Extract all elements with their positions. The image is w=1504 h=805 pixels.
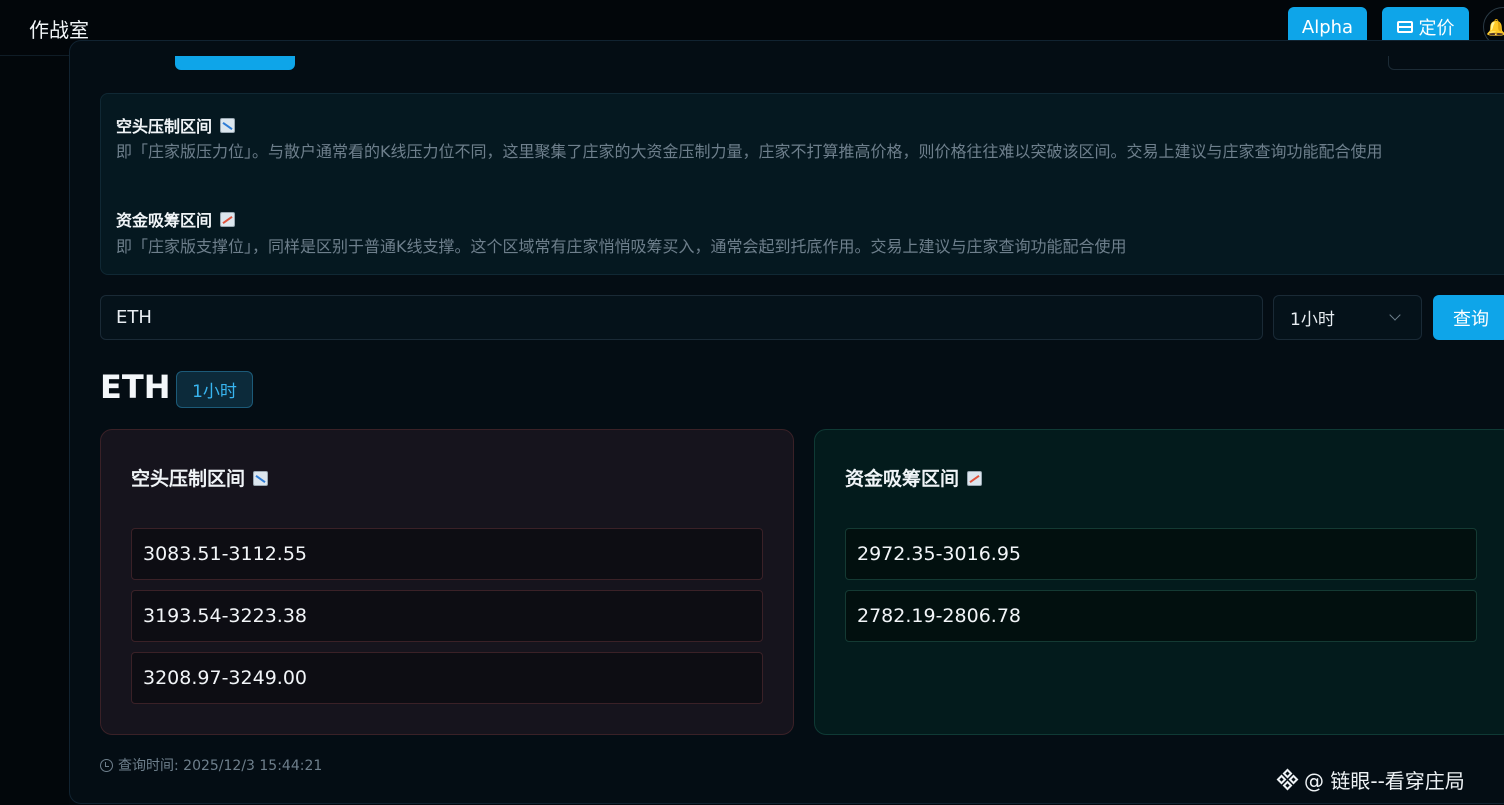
result-interval-badge: 1小时 (176, 371, 253, 408)
long-range-item: 2972.35-3016.95 (845, 528, 1477, 580)
header-right-control[interactable] (1388, 56, 1504, 70)
app-title: 作战室 (29, 18, 89, 42)
long-zone-card: 资金吸筹区间 2972.35-3016.95 2782.19-2806.78 (814, 429, 1504, 735)
long-zone-title: 资金吸筹区间 (845, 468, 960, 490)
info-short-heading: 空头压制区间 (116, 113, 236, 137)
interval-select-value: 1小时 (1290, 310, 1335, 330)
query-time-text: 查询时间: 2025/12/3 15:44:21 (118, 758, 323, 774)
chart-up-icon (967, 471, 983, 486)
info-box: 空头压制区间 即「庄家版压力位」。与散户通常看的K线压力位不同，这里聚集了庄家的… (100, 93, 1504, 275)
clock-icon (100, 758, 113, 772)
credit-card-icon (1396, 21, 1413, 33)
header-badge[interactable] (175, 56, 295, 70)
watermark-text: @ 链眼--看穿庄局 (1304, 769, 1465, 793)
short-zone-heading: 空头压制区间 (131, 464, 269, 491)
query-time: 查询时间: 2025/12/3 15:44:21 (100, 755, 322, 775)
info-short-desc: 即「庄家版压力位」。与散户通常看的K线压力位不同，这里聚集了庄家的大资金压制力量… (116, 142, 1383, 161)
chart-down-icon (220, 118, 236, 133)
info-long-desc: 即「庄家版支撑位」，同样是区别于普通K线支撑。这个区域常有庄家悄悄吸筹买入，通常… (116, 237, 1127, 256)
query-button[interactable]: 查询 (1433, 295, 1504, 340)
scrolled-header (100, 56, 1504, 74)
result-symbol: ETH (100, 368, 171, 406)
short-zone-card: 空头压制区间 3083.51-3112.55 3193.54-3223.38 3… (100, 429, 794, 735)
short-range-item: 3208.97-3249.00 (131, 652, 763, 704)
info-long-title: 资金吸筹区间 (116, 211, 213, 230)
info-short-title: 空头压制区间 (116, 117, 213, 136)
chart-down-icon (253, 471, 269, 486)
long-range-item: 2782.19-2806.78 (845, 590, 1477, 642)
binance-logo-icon (1276, 768, 1299, 790)
bell-icon: 🔔 (1486, 17, 1504, 37)
interval-select[interactable]: 1小时 (1273, 295, 1422, 340)
short-range-item: 3083.51-3112.55 (131, 528, 763, 580)
short-range-item: 3193.54-3223.38 (131, 590, 763, 642)
short-zone-title: 空头压制区间 (131, 468, 246, 490)
symbol-input[interactable] (100, 295, 1263, 340)
watermark: @ 链眼--看穿庄局 (1276, 765, 1465, 794)
chevron-down-icon (1389, 309, 1401, 321)
pricing-label: 定价 (1418, 18, 1455, 39)
left-sidebar (0, 56, 69, 805)
chart-up-icon (220, 212, 236, 227)
info-long-heading: 资金吸筹区间 (116, 207, 236, 231)
long-zone-heading: 资金吸筹区间 (845, 464, 983, 491)
